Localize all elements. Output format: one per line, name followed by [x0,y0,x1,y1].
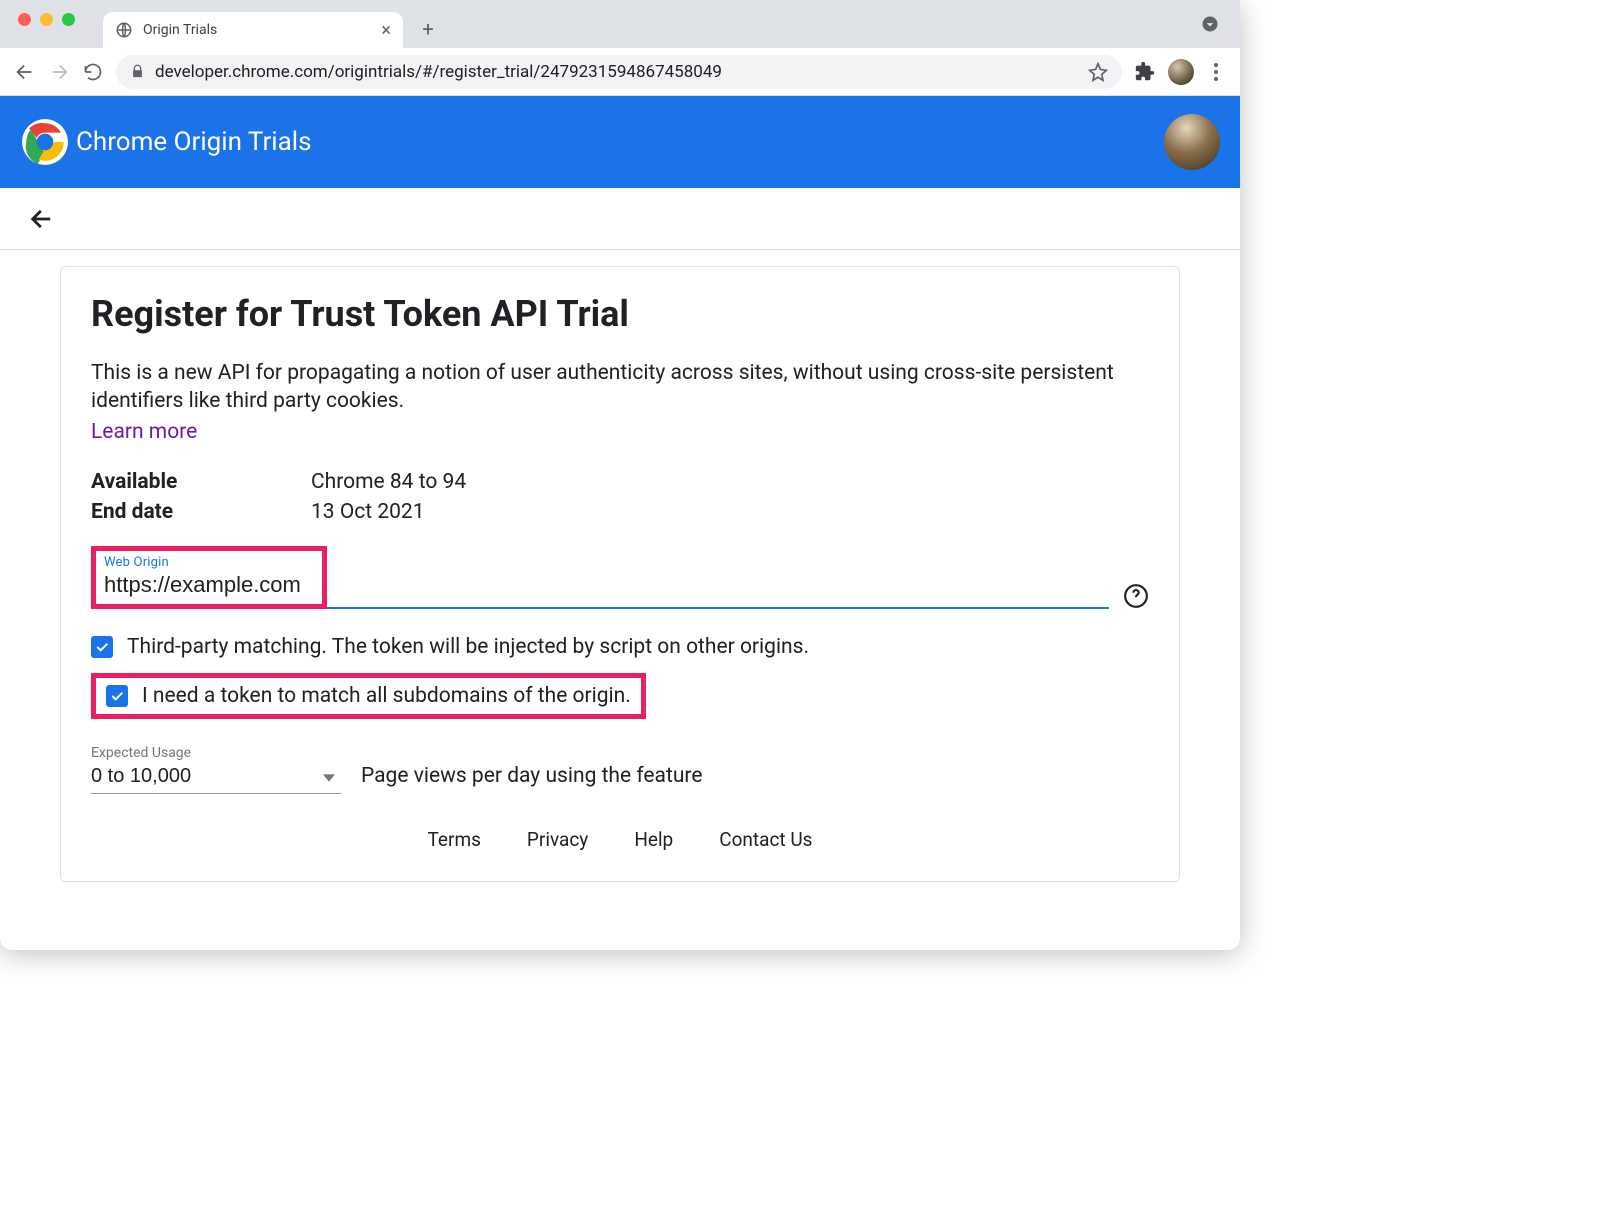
url-text: developer.chrome.com/origintrials/#/regi… [155,62,722,82]
browser-tab-strip: Origin Trials × + [0,0,1240,48]
profile-avatar-large[interactable] [1164,114,1220,170]
page-subheader [0,188,1240,250]
window-minimize-button[interactable] [40,13,53,26]
end-date-label: End date [91,500,311,524]
web-origin-input[interactable] [104,570,314,598]
footer-terms-link[interactable]: Terms [428,828,481,851]
nav-forward-button [48,61,70,83]
window-controls [18,0,75,48]
chrome-window-menu-icon[interactable] [1200,14,1220,38]
web-origin-field: Web Origin [91,546,1149,609]
browser-toolbar: developer.chrome.com/origintrials/#/regi… [0,48,1240,96]
footer-contact-link[interactable]: Contact Us [719,828,812,851]
browser-tab[interactable]: Origin Trials × [103,12,403,48]
tab-title: Origin Trials [143,22,217,38]
highlight-subdomain-checkbox: I need a token to match all subdomains o… [91,673,646,719]
help-icon[interactable] [1123,583,1149,609]
expected-usage-select[interactable]: 0 to 10,000 [91,761,341,794]
usage-description: Page views per day using the feature [361,764,702,788]
page-description: This is a new API for propagating a noti… [91,359,1149,416]
expected-usage-field: Expected Usage 0 to 10,000 [91,745,341,794]
tab-close-icon[interactable]: × [381,20,391,41]
page-heading: Register for Trust Token API Trial [91,293,1149,335]
subdomains-label: I need a token to match all subdomains o… [142,684,631,708]
address-bar[interactable]: developer.chrome.com/origintrials/#/regi… [116,55,1122,89]
checkbox-checked-icon[interactable] [91,636,113,658]
profile-avatar-small[interactable] [1168,59,1194,85]
footer-help-link[interactable]: Help [634,828,673,851]
learn-more-link[interactable]: Learn more [91,420,197,444]
checkbox-checked-icon[interactable] [106,685,128,707]
available-label: Available [91,470,311,494]
third-party-checkbox-row[interactable]: Third-party matching. The token will be … [91,635,1149,659]
footer-links: Terms Privacy Help Contact Us [91,828,1149,851]
third-party-label: Third-party matching. The token will be … [127,635,809,659]
window-close-button[interactable] [18,13,31,26]
app-title: Chrome Origin Trials [76,127,312,157]
nav-back-button[interactable] [14,61,36,83]
globe-icon [115,21,133,39]
expected-usage-label: Expected Usage [91,745,341,761]
extensions-icon[interactable] [1134,61,1156,83]
new-tab-button[interactable]: + [413,14,443,44]
footer-privacy-link[interactable]: Privacy [527,828,588,851]
available-value: Chrome 84 to 94 [311,470,466,494]
app-header: Chrome Origin Trials [0,96,1240,188]
reload-button[interactable] [82,61,104,83]
web-origin-label: Web Origin [104,555,314,570]
bookmark-star-icon[interactable] [1088,62,1108,82]
highlight-web-origin: Web Origin [91,546,327,609]
lock-icon [130,64,145,79]
window-maximize-button[interactable] [62,13,75,26]
registration-card: Register for Trust Token API Trial This … [60,266,1180,882]
chrome-logo-icon [20,117,70,167]
browser-menu-button[interactable] [1206,63,1226,81]
page-back-button[interactable] [28,205,56,233]
end-date-value: 13 Oct 2021 [311,500,425,524]
